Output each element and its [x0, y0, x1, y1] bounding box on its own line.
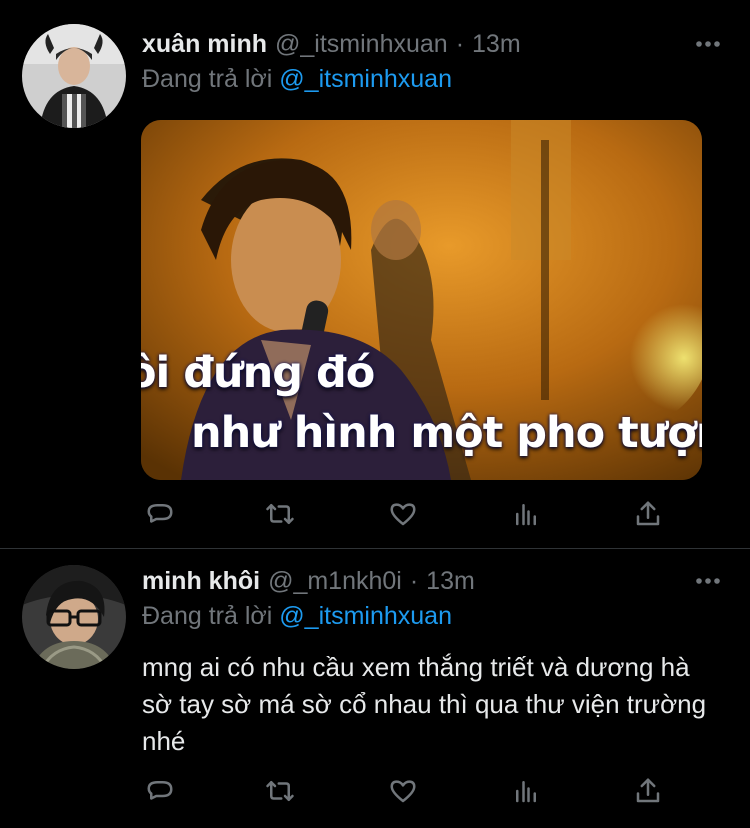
- user-handle[interactable]: @_m1nkh0i: [268, 563, 402, 599]
- analytics-icon: [516, 781, 536, 803]
- more-horizontal-icon[interactable]: [694, 567, 722, 595]
- mention-link[interactable]: @_itsminhxuan: [279, 602, 452, 630]
- tweet-actions: [142, 496, 662, 532]
- timestamp[interactable]: 13m: [472, 26, 521, 62]
- tweet-header: xuân minh @_itsminhxuan · 13m: [142, 26, 730, 62]
- display-name[interactable]: minh khôi: [142, 563, 260, 599]
- tweet-text: mng ai có nhu cầu xem thắng triết và dươ…: [142, 652, 707, 756]
- separator-dot: ·: [409, 567, 419, 595]
- more-horizontal-icon[interactable]: [694, 30, 722, 58]
- media-caption-line-1: ôi đứng đó: [141, 348, 375, 398]
- reply-icon: [147, 504, 173, 523]
- retweet-button[interactable]: [262, 773, 298, 809]
- retweet-icon: [266, 781, 294, 801]
- analytics-button[interactable]: [508, 496, 544, 532]
- share-button[interactable]: [630, 773, 666, 809]
- reply-icon: [147, 781, 173, 800]
- like-button[interactable]: [385, 496, 421, 532]
- replying-to-label: Đang trả lời: [142, 602, 273, 630]
- replying-to: Đang trả lời @_itsminhxuan: [142, 599, 452, 633]
- retweet-icon: [266, 504, 294, 524]
- reply-button[interactable]: [142, 496, 178, 532]
- tweet-actions: [142, 773, 662, 809]
- like-button[interactable]: [385, 773, 421, 809]
- share-icon: [636, 501, 660, 526]
- replying-to-label: Đang trả lời: [142, 65, 273, 93]
- analytics-button[interactable]: [508, 773, 544, 809]
- analytics-icon: [516, 504, 536, 526]
- tweet-item[interactable]: xuân minh @_itsminhxuan · 13m Đang trả l…: [0, 0, 750, 549]
- separator-dot: ·: [455, 30, 465, 58]
- share-icon: [636, 778, 660, 803]
- replying-to: Đang trả lời @_itsminhxuan: [142, 62, 452, 96]
- tweet-item[interactable]: minh khôi @_m1nkh0i · 13m Đang trả lời @…: [0, 549, 750, 828]
- heart-icon: [390, 503, 416, 526]
- retweet-button[interactable]: [262, 496, 298, 532]
- reply-button[interactable]: [142, 773, 178, 809]
- display-name[interactable]: xuân minh: [142, 26, 267, 62]
- user-handle[interactable]: @_itsminhxuan: [275, 26, 448, 62]
- media-caption-line-2: như hình một pho tượn: [191, 408, 702, 458]
- tweet-media[interactable]: ôi đứng đó như hình một pho tượn: [141, 120, 702, 480]
- heart-icon: [390, 780, 416, 803]
- timestamp[interactable]: 13m: [426, 563, 475, 599]
- avatar[interactable]: [22, 24, 126, 128]
- avatar[interactable]: [22, 565, 126, 669]
- share-button[interactable]: [630, 496, 666, 532]
- tweet-header: minh khôi @_m1nkh0i · 13m: [142, 563, 730, 599]
- mention-link[interactable]: @_itsminhxuan: [279, 65, 452, 93]
